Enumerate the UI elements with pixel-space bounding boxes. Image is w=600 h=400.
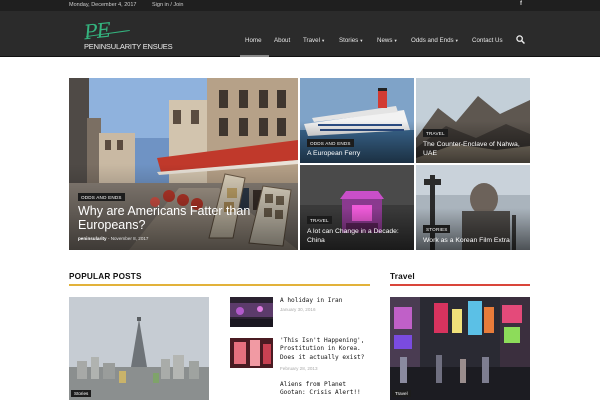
logo-name: PENINSULARITY ENSUES [84, 42, 173, 51]
popular-posts-rule [69, 284, 370, 286]
sign-in-link[interactable]: Sign in / Join [152, 2, 184, 8]
current-date: Monday, December 4, 2017 [69, 2, 137, 8]
film-extra-title[interactable]: Work as a Korean Film Extra [423, 237, 529, 246]
ferry-category[interactable]: ODDS AND ENDS [307, 139, 354, 147]
top-bar: Monday, December 4, 2017 Sign in / Join … [0, 0, 600, 11]
hero-tile-ferry[interactable]: ODDS AND ENDS A European Ferry [300, 78, 414, 163]
post-date-iran: January 30, 2016 [280, 307, 316, 312]
travel-rule [390, 284, 530, 286]
chevron-down-icon: ▾ [360, 38, 363, 43]
nav-travel[interactable]: Travel ▾ [303, 37, 324, 44]
post-title-korea[interactable]: 'This Isn't Happening', Prostitution in … [280, 337, 372, 362]
korea-thumb-image [230, 338, 273, 368]
site-header: PE PENINSULARITY ENSUES Home About Trave… [0, 11, 600, 57]
travel-feature-thumb[interactable]: Travel [390, 297, 530, 400]
hero-tile-nahwa[interactable]: TRAVEL The Counter-Enclave of Nahwa, UAE [416, 78, 530, 163]
popular-feature-category[interactable]: Stories [71, 390, 92, 397]
popular-feature-thumb[interactable]: Stories [69, 297, 209, 400]
hero-tile-china[interactable]: TRAVEL A lot can Change in a Decade: Chi… [300, 165, 414, 250]
hero-tile-film-extra[interactable]: STORIES Work as a Korean Film Extra [416, 165, 530, 250]
nav-active-indicator [240, 55, 269, 57]
post-title-iran[interactable]: A holiday in Iran [280, 297, 370, 305]
nav-odds-and-ends[interactable]: Odds and Ends ▾ [411, 37, 458, 44]
search-icon[interactable] [516, 35, 525, 44]
hero-feature-category[interactable]: ODDS AND ENDS [78, 193, 125, 201]
nav-stories[interactable]: Stories ▾ [339, 37, 363, 44]
hero-feature-meta: peninsularity - November 8, 2017 [78, 236, 149, 241]
hero-feature-tile[interactable]: ODDS AND ENDS Why are Americans Fatter t… [69, 78, 298, 250]
film-extra-category[interactable]: STORIES [423, 225, 451, 233]
popular-posts-heading: POPULAR POSTS [69, 272, 142, 281]
travel-feature-category[interactable]: Travel [392, 390, 411, 397]
post-thumb-korea[interactable] [230, 338, 273, 368]
ferry-title[interactable]: A European Ferry [307, 150, 411, 159]
chevron-down-icon: ▾ [321, 38, 325, 43]
hero-feature-author[interactable]: peninsularity [78, 236, 107, 241]
post-title-aliens[interactable]: Aliens from Planet Gootan: Crisis Alert!… [280, 381, 372, 398]
travel-heading: Travel [390, 272, 415, 281]
china-category[interactable]: TRAVEL [307, 216, 332, 224]
post-thumb-iran[interactable] [230, 297, 273, 327]
chevron-down-icon: ▾ [455, 38, 458, 43]
nav-contact-us[interactable]: Contact Us [472, 37, 503, 44]
nahwa-category[interactable]: TRAVEL [423, 129, 448, 137]
nav-home[interactable]: Home [245, 37, 262, 44]
hero-feature-title[interactable]: Why are Americans Fatter than Europeans? [78, 204, 268, 232]
chevron-down-icon: ▾ [394, 38, 397, 43]
site-logo[interactable]: PE PENINSULARITY ENSUES [82, 17, 182, 53]
china-title[interactable]: A lot can Change in a Decade: China [307, 228, 413, 245]
post-date-korea: February 28, 2013 [280, 366, 318, 371]
iran-thumb-image [230, 297, 273, 327]
nahwa-title[interactable]: The Counter-Enclave of Nahwa, UAE [423, 141, 529, 158]
nav-about[interactable]: About [274, 37, 290, 44]
night-market-image [390, 297, 530, 400]
pyongyang-image [69, 297, 209, 400]
logo-mark: PE [82, 17, 112, 45]
nav-news[interactable]: News ▾ [377, 37, 397, 44]
facebook-icon[interactable]: f [520, 1, 522, 7]
hero-feature-date: November 8, 2017 [110, 236, 149, 241]
page: Monday, December 4, 2017 Sign in / Join … [0, 0, 600, 400]
